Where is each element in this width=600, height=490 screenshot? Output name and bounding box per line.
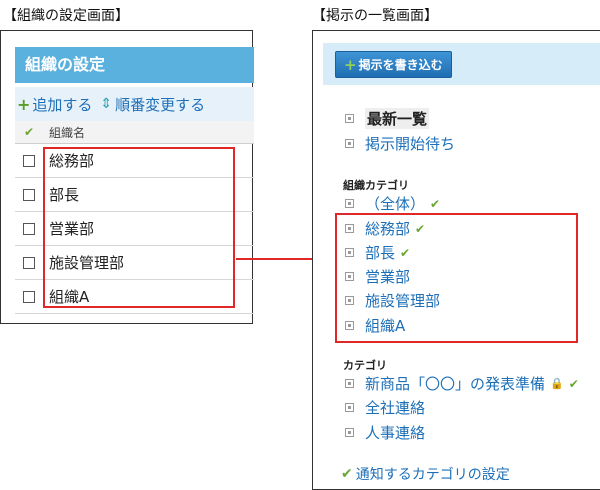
square-bullet-icon <box>345 403 354 412</box>
org-settings-title: 組織の設定 <box>15 47 254 83</box>
reorder-button-label: 順番変更する <box>115 95 206 114</box>
category-item[interactable]: 人事連絡 <box>345 422 425 443</box>
checkmark-icon: ✔ <box>341 466 353 482</box>
category-item[interactable]: 新商品「〇〇」の発表準備 🔒 ✔ <box>345 373 579 394</box>
org-category-heading: 組織カテゴリ <box>343 179 409 192</box>
check-all-icon[interactable]: ✔ <box>15 125 43 139</box>
right-highlight-box <box>335 213 578 343</box>
row-checkbox[interactable] <box>23 290 35 303</box>
org-settings-toolbar: + 追加する ⇕ 順番変更する <box>15 87 254 121</box>
plus-icon: + <box>17 94 31 114</box>
nav-pending-start[interactable]: 掲示開始待ち <box>345 133 455 154</box>
square-bullet-icon <box>345 114 354 123</box>
row-checkbox[interactable] <box>23 222 35 235</box>
reorder-button[interactable]: ⇕ 順番変更する <box>100 94 205 115</box>
left-highlight-box <box>43 147 235 308</box>
post-bulletin-label: 掲示を書き込む <box>358 58 443 72</box>
row-checkbox[interactable] <box>23 154 35 167</box>
add-button[interactable]: + 追加する <box>17 94 92 115</box>
square-bullet-icon <box>345 379 354 388</box>
notification-settings-link[interactable]: ✔ 通知するカテゴリの設定 <box>341 464 510 484</box>
row-checkbox[interactable] <box>23 256 35 269</box>
square-bullet-icon <box>345 199 354 208</box>
add-button-label: 追加する <box>32 95 93 114</box>
post-bulletin-button[interactable]: + 掲示を書き込む <box>335 51 452 78</box>
lock-icon: 🔒 <box>550 377 564 390</box>
table-header: ✔ 組織名 <box>15 121 254 144</box>
org-category-all[interactable]: （全体） ✔ <box>345 193 440 214</box>
row-checkbox[interactable] <box>23 188 35 201</box>
checkmark-icon: ✔ <box>430 196 441 211</box>
square-bullet-icon <box>345 139 354 148</box>
left-caption: 【組織の設定画面】 <box>3 8 129 24</box>
category-item[interactable]: 全社連絡 <box>345 397 425 418</box>
category-heading: カテゴリ <box>343 359 387 372</box>
arrow-line <box>236 258 318 260</box>
updown-arrows-icon: ⇕ <box>100 96 113 112</box>
checkmark-icon: ✔ <box>568 376 579 391</box>
square-bullet-icon <box>345 428 354 437</box>
right-caption: 【掲示の一覧画面】 <box>312 8 438 24</box>
plus-icon: + <box>344 55 357 74</box>
column-header-org-name: 組織名 <box>49 125 86 140</box>
nav-latest[interactable]: 最新一覧 <box>345 108 430 129</box>
